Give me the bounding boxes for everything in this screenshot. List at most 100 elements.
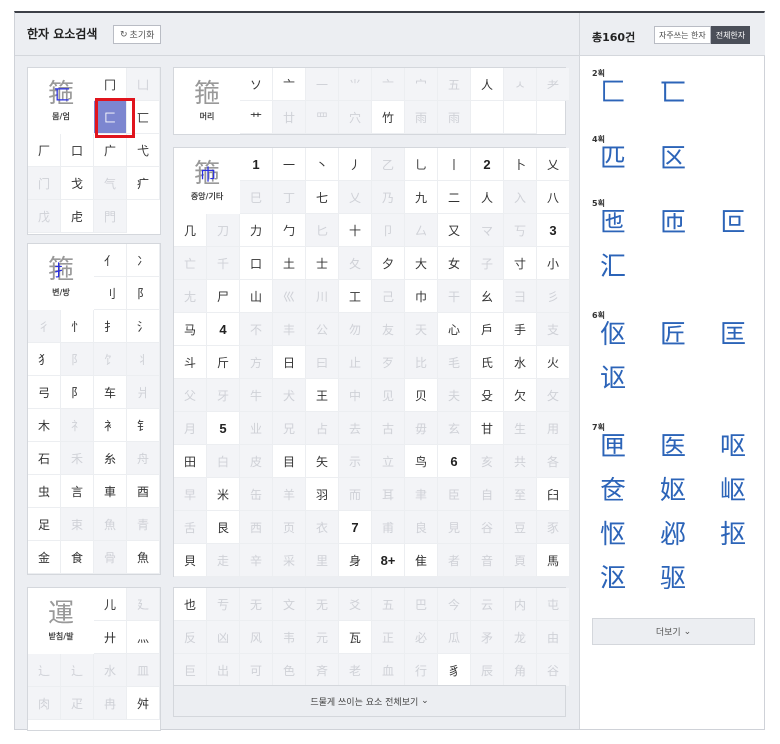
element-cell[interactable]: 戈	[61, 167, 94, 200]
reset-button[interactable]: ↻ 초기화	[113, 25, 162, 44]
tab-frequent-hanja[interactable]: 자주쓰는 한자	[654, 26, 711, 44]
element-cell[interactable]: 虍	[61, 200, 94, 233]
element-cell[interactable]: 冫	[127, 244, 160, 277]
element-cell[interactable]: 弓	[28, 376, 61, 409]
element-cell[interactable]: 艮	[207, 511, 240, 544]
hanja-result[interactable]: 沤	[600, 566, 640, 592]
hanja-result[interactable]: 匠	[660, 322, 700, 348]
hanja-result[interactable]: 匜	[600, 210, 640, 236]
element-cell[interactable]: 刂	[94, 277, 127, 310]
hanja-result[interactable]: 区	[660, 146, 700, 172]
element-cell[interactable]: 广	[94, 134, 127, 167]
element-cell[interactable]: 八	[537, 181, 570, 214]
element-cell[interactable]: 亠	[273, 68, 306, 101]
element-cell[interactable]: 厂	[28, 134, 61, 167]
element-cell[interactable]: 氵	[127, 310, 160, 343]
element-cell[interactable]: 人	[471, 181, 504, 214]
element-cell[interactable]: 十	[339, 214, 372, 247]
element-cell[interactable]: 衤	[94, 409, 127, 442]
result-more-button[interactable]: 더보기 ⌄	[592, 618, 755, 645]
element-cell[interactable]: 钅	[127, 409, 160, 442]
hanja-result[interactable]: 妪	[660, 478, 700, 504]
element-cell[interactable]: 尸	[207, 280, 240, 313]
element-cell[interactable]: 糸	[94, 442, 127, 475]
element-cell[interactable]: 土	[273, 247, 306, 280]
hanja-result[interactable]: 伛	[600, 322, 640, 348]
element-cell[interactable]: 扌	[94, 310, 127, 343]
hanja-result[interactable]: 驱	[660, 566, 700, 592]
element-cell[interactable]: 斗	[174, 346, 207, 379]
element-cell[interactable]: 乂	[537, 148, 570, 181]
element-cell[interactable]: 心	[438, 313, 471, 346]
element-cell[interactable]: 魚	[127, 541, 160, 574]
element-cell[interactable]: 火	[537, 346, 570, 379]
element-cell[interactable]: 寸	[504, 247, 537, 280]
element-cell[interactable]: 貝	[174, 544, 207, 577]
element-cell[interactable]: 殳	[471, 379, 504, 412]
hanja-result[interactable]: 讴	[600, 366, 640, 392]
element-cell[interactable]: 卜	[504, 148, 537, 181]
element-cell[interactable]: 忄	[61, 310, 94, 343]
element-cell[interactable]: 馬	[537, 544, 570, 577]
element-cell[interactable]: 丿	[339, 148, 372, 181]
element-cell[interactable]: 二	[438, 181, 471, 214]
element-cell[interactable]: 木	[28, 409, 61, 442]
element-cell[interactable]: 隹	[405, 544, 438, 577]
element-cell[interactable]: ソ	[240, 68, 273, 101]
element-cell[interactable]: 矢	[306, 445, 339, 478]
element-cell[interactable]: 水	[504, 346, 537, 379]
element-cell[interactable]: 羽	[306, 478, 339, 511]
element-cell[interactable]: 丶	[306, 148, 339, 181]
element-cell[interactable]: 足	[28, 508, 61, 541]
element-cell[interactable]: 女	[438, 247, 471, 280]
element-cell[interactable]: 山	[240, 280, 273, 313]
element-cell[interactable]: 王	[306, 379, 339, 412]
element-cell[interactable]: 甘	[471, 412, 504, 445]
element-cell[interactable]: 臼	[537, 478, 570, 511]
element-cell[interactable]: 金	[28, 541, 61, 574]
hanja-result[interactable]: 匣	[600, 434, 640, 460]
element-cell[interactable]: 廾	[94, 621, 127, 654]
element-cell[interactable]: 几	[174, 214, 207, 247]
element-cell[interactable]: 米	[207, 478, 240, 511]
element-cell[interactable]: 九	[405, 181, 438, 214]
element-cell[interactable]	[504, 101, 537, 134]
element-cell[interactable]: 戶	[471, 313, 504, 346]
hanja-result[interactable]: 呕	[720, 434, 760, 460]
element-cell[interactable]: 七	[306, 181, 339, 214]
element-cell[interactable]: 目	[273, 445, 306, 478]
element-cell[interactable]: 食	[61, 541, 94, 574]
element-cell[interactable]: 车	[94, 376, 127, 409]
element-cell[interactable]: 艹	[240, 101, 273, 134]
element-cell[interactable]: 手	[504, 313, 537, 346]
element-cell[interactable]: 弋	[127, 134, 160, 167]
element-cell[interactable]: 疒	[127, 167, 160, 200]
element-cell[interactable]: 虫	[28, 475, 61, 508]
element-cell[interactable]: 士	[306, 247, 339, 280]
element-cell[interactable]: 阝	[61, 376, 94, 409]
hanja-result[interactable]: 汇	[600, 254, 640, 280]
element-cell[interactable]: 灬	[127, 621, 160, 654]
element-cell[interactable]: 亻	[94, 244, 127, 277]
hanja-result[interactable]: 匡	[720, 322, 760, 348]
element-cell[interactable]: ⻖	[127, 277, 160, 310]
element-cell[interactable]: 贝	[405, 379, 438, 412]
hanja-result[interactable]: 匹	[600, 146, 640, 172]
hanja-result[interactable]: 匝	[660, 210, 700, 236]
element-cell[interactable]: 乚	[405, 148, 438, 181]
element-cell[interactable]: 犭	[28, 343, 61, 376]
hanja-result[interactable]: 岖	[720, 478, 760, 504]
element-cell[interactable]: 幺	[471, 280, 504, 313]
hanja-result[interactable]: 匚	[600, 80, 640, 106]
element-cell[interactable]: 大	[405, 247, 438, 280]
element-cell[interactable]: 身	[339, 544, 372, 577]
element-cell[interactable]: 豸	[438, 654, 471, 687]
element-cell[interactable]: 一	[273, 148, 306, 181]
element-cell[interactable]	[471, 101, 504, 134]
element-cell[interactable]: 口	[61, 134, 94, 167]
element-cell[interactable]: 马	[174, 313, 207, 346]
tab-all-hanja[interactable]: 전체한자	[710, 26, 751, 44]
element-cell[interactable]: 夕	[372, 247, 405, 280]
element-cell[interactable]: 田	[174, 445, 207, 478]
hanja-result[interactable]: 怄	[600, 522, 640, 548]
